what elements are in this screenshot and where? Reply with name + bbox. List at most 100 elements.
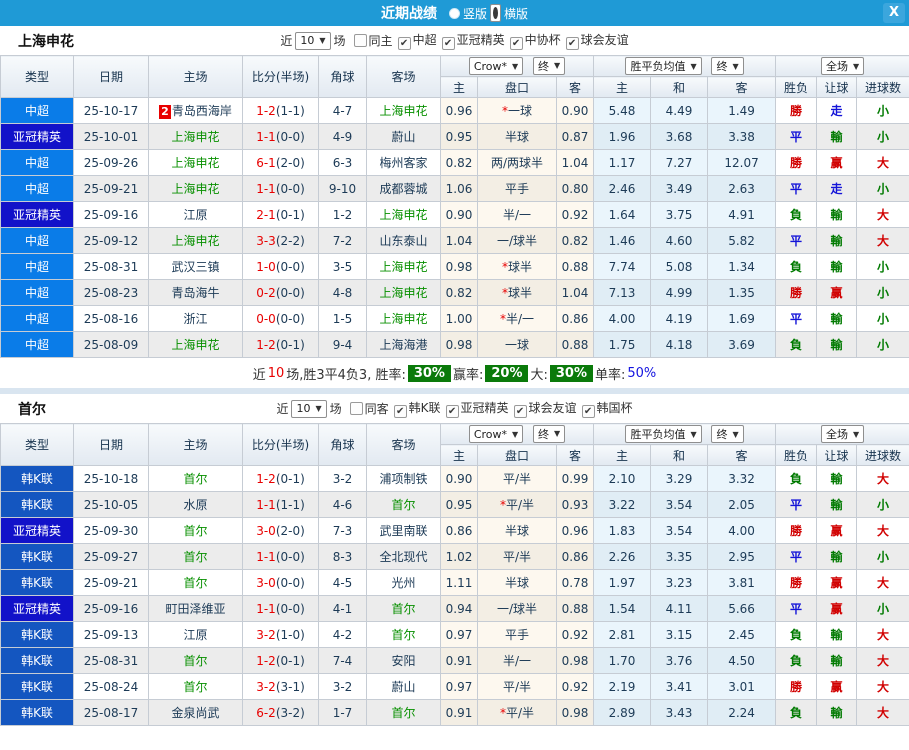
competition-badge: 中超 (0, 279, 74, 306)
odds-away-cell: 0.82 (555, 227, 595, 254)
away-team-cell: 上海申花 (366, 279, 441, 306)
mean-away-cell: 2.24 (707, 699, 777, 726)
goals-result-cell: 大 (856, 621, 909, 648)
same-home-label[interactable]: 同主 (369, 32, 393, 49)
league-checkbox[interactable]: ✔ (513, 405, 527, 418)
home-team-cell: 水原 (148, 491, 243, 518)
mean-time-select[interactable]: 终 ▼ (711, 57, 744, 75)
league-checkbox[interactable]: ✔ (445, 405, 459, 418)
odds-time-select[interactable]: 终 ▼ (533, 56, 566, 75)
col-handicap-result: 让球 (816, 444, 858, 466)
match-count-select[interactable]: 10 ▼ (291, 399, 327, 418)
league-checkbox[interactable]: ✔ (441, 37, 455, 50)
league-label[interactable]: 亚冠精英 (457, 33, 505, 47)
handicap-cell: *平/半 (477, 491, 557, 518)
away-team-cell: 上海海港 (366, 331, 441, 358)
league-checkbox[interactable]: ✔ (509, 37, 523, 50)
away-team-cell: 首尔 (366, 621, 441, 648)
close-button[interactable]: X (883, 3, 905, 23)
col-odds-away: 客 (555, 444, 595, 466)
same-away-label[interactable]: 同客 (365, 400, 389, 417)
mean-draw-cell: 4.18 (650, 331, 709, 358)
handicap-result-cell: 輸 (816, 227, 858, 254)
corner-cell: 7-4 (318, 647, 367, 674)
league-label[interactable]: 中超 (413, 33, 437, 47)
corner-cell: 9-10 (318, 175, 367, 202)
odds-away-cell: 0.98 (555, 699, 595, 726)
bookmaker-select[interactable]: Crow* ▼ (468, 57, 524, 76)
league-checkbox[interactable]: ✔ (565, 37, 579, 50)
mean-home-cell: 1.54 (593, 595, 652, 622)
league-label[interactable]: 球会友谊 (529, 401, 577, 415)
odds-home-cell: 0.95 (440, 123, 478, 150)
league-checkbox[interactable]: ✔ (397, 37, 411, 50)
horizontal-layout-label[interactable]: 横版 (504, 5, 528, 22)
odds-home-cell: 0.97 (440, 673, 478, 700)
competition-badge: 韩K联 (0, 621, 74, 648)
mean-home-cell: 3.22 (593, 491, 652, 518)
date-cell: 25-08-09 (73, 331, 149, 358)
handicap-cell: 平/半 (477, 465, 557, 492)
dropdown-arrow-icon: ▼ (690, 61, 697, 71)
league-checkbox[interactable]: ✔ (581, 405, 595, 418)
odds-away-cell: 0.92 (555, 673, 595, 700)
league-label[interactable]: 韩K联 (409, 401, 441, 415)
goals-result-cell: 小 (856, 305, 909, 332)
mean-away-cell: 5.82 (707, 227, 777, 254)
goals-result-cell: 大 (856, 673, 909, 700)
dropdown-arrow-icon: ▼ (319, 36, 326, 45)
handicap-cell: 平/半 (477, 543, 557, 570)
winloss-result-cell: 勝 (775, 517, 818, 544)
bookmaker-select[interactable]: Crow* ▼ (468, 425, 524, 444)
league-label[interactable]: 韩国杯 (597, 401, 633, 415)
date-cell: 25-09-21 (73, 569, 149, 596)
mean-home-cell: 2.89 (593, 699, 652, 726)
handicap-result-cell: 輸 (816, 123, 858, 150)
away-team-cell: 首尔 (366, 491, 441, 518)
mean-away-cell: 2.63 (707, 175, 777, 202)
same-home-checkbox[interactable] (353, 34, 367, 47)
vertical-layout-label[interactable]: 竖版 (463, 5, 487, 22)
dropdown-arrow-icon: ▼ (512, 61, 519, 71)
col-mean-away: 客 (707, 76, 777, 98)
scope-group-header: 全场 ▼ (775, 423, 909, 445)
corner-cell: 4-6 (318, 491, 367, 518)
odds-away-cell: 0.78 (555, 569, 595, 596)
mean-draw-cell: 4.11 (650, 595, 709, 622)
handicap-result-cell: 赢 (816, 279, 858, 306)
mean-time-select[interactable]: 终 ▼ (711, 425, 744, 443)
league-label[interactable]: 球会友谊 (581, 33, 629, 47)
table-row: 中超 25-08-16 浙江 0-0(0-0) 1-5 上海申花 1.00 *半/一 0.86 4… (0, 305, 909, 332)
table-row: 亚冠精英 25-10-01 上海申花 1-1(0-0) 4-9 蔚山 0.95 半球 0.87 1… (0, 123, 909, 150)
odds-away-cell: 0.87 (555, 123, 595, 150)
handicap-result-cell: 赢 (816, 595, 858, 622)
mean-select[interactable]: 胜平负均值 ▼ (625, 57, 702, 75)
mean-home-cell: 4.00 (593, 305, 652, 332)
league-checkbox[interactable]: ✔ (393, 405, 407, 418)
away-team-cell: 武里南联 (366, 517, 441, 544)
odds-home-cell: 0.90 (440, 465, 478, 492)
league-label[interactable]: 亚冠精英 (461, 401, 509, 415)
league-label[interactable]: 中协杯 (525, 33, 561, 47)
handicap-cell: 半球 (477, 569, 557, 596)
goals-result-cell: 大 (856, 647, 909, 674)
scope-select[interactable]: 全场 ▼ (820, 57, 865, 75)
vertical-layout-radio[interactable] (448, 7, 460, 19)
mean-select[interactable]: 胜平负均值 ▼ (625, 425, 702, 443)
scope-select[interactable]: 全场 ▼ (820, 425, 865, 443)
mean-draw-cell: 3.68 (650, 123, 709, 150)
mean-group-header: 胜平负均值 ▼ 终 ▼ (593, 55, 777, 77)
handicap-star-icon: * (499, 706, 506, 720)
home-team-cell: 浙江 (148, 305, 243, 332)
handicap-result-cell: 走 (816, 175, 858, 202)
match-count-select[interactable]: 10 ▼ (295, 31, 331, 50)
same-away-checkbox[interactable] (349, 402, 363, 415)
competition-badge: 韩K联 (0, 647, 74, 674)
odds-time-select[interactable]: 终 ▼ (533, 424, 566, 443)
score-cell: 1-1(0-0) (242, 595, 319, 622)
handicap-result-cell: 輸 (816, 253, 858, 280)
horizontal-layout-radio[interactable] (490, 4, 501, 22)
competition-badge: 亚冠精英 (0, 123, 74, 150)
mean-home-cell: 7.74 (593, 253, 652, 280)
score-cell: 1-1(0-0) (242, 543, 319, 570)
